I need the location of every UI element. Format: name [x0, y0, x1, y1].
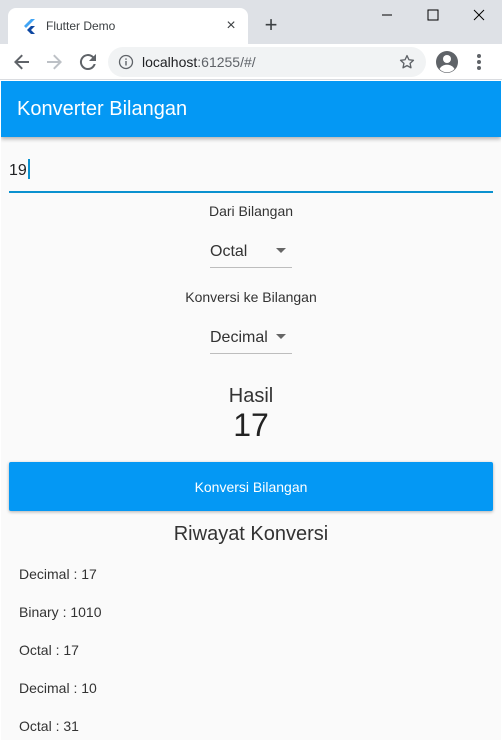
text-caret — [27, 159, 30, 179]
maximize-icon[interactable] — [410, 0, 456, 30]
address-bar[interactable]: localhost:61255/#/ — [108, 47, 426, 77]
result-value: 17 — [233, 407, 269, 443]
app-bar: Konverter Bilangan — [1, 81, 501, 137]
browser-tab[interactable]: Flutter Demo × — [8, 8, 248, 44]
from-label: Dari Bilangan — [208, 203, 294, 219]
forward-arrow-icon[interactable] — [42, 50, 66, 74]
input-value-text: 19 — [9, 162, 27, 179]
url-host: localhost — [142, 54, 198, 70]
history-item: Octal : 17 — [19, 642, 79, 658]
to-label: Konversi ke Bilangan — [185, 289, 317, 305]
page-title: Konverter Bilangan — [17, 98, 188, 120]
star-icon[interactable] — [398, 53, 416, 71]
flutter-icon — [24, 19, 35, 34]
url-text: localhost:61255/#/ — [142, 54, 256, 70]
minimize-icon[interactable] — [364, 0, 410, 30]
to-dropdown-value: Decimal — [210, 329, 268, 346]
app-content: Konverter Bilangan 19 Dari Bilangan Octa… — [1, 81, 501, 740]
back-arrow-icon[interactable] — [10, 50, 34, 74]
convert-button-label: Konversi Bilangan — [194, 479, 308, 495]
convert-button[interactable]: Konversi Bilangan — [9, 462, 493, 511]
number-input-value: 19 — [9, 159, 30, 180]
profile-icon[interactable] — [435, 50, 459, 74]
menu-dots-icon[interactable] — [470, 50, 488, 74]
window-close-icon[interactable] — [456, 0, 502, 30]
history-item: Decimal : 17 — [19, 566, 97, 582]
tab-title: Flutter Demo — [46, 19, 116, 33]
result-label: Hasil — [228, 385, 274, 407]
history-item: Binary : 1010 — [19, 604, 102, 620]
browser-toolbar: localhost:61255/#/ — [0, 44, 502, 80]
to-dropdown[interactable]: Decimal — [210, 324, 292, 354]
info-icon[interactable] — [118, 54, 134, 70]
dropdown-arrow-icon — [276, 248, 286, 253]
url-path: :61255/#/ — [197, 54, 256, 70]
history-list: Decimal : 17 Binary : 1010 Octal : 17 De… — [19, 566, 489, 740]
history-item: Octal : 31 — [19, 718, 79, 734]
history-item: Decimal : 10 — [19, 680, 97, 696]
plus-icon[interactable]: + — [260, 14, 282, 36]
close-icon[interactable]: × — [222, 17, 240, 35]
from-dropdown-value: Octal — [210, 243, 248, 260]
from-dropdown[interactable]: Octal — [210, 238, 292, 268]
dropdown-arrow-icon — [276, 334, 286, 339]
number-input[interactable]: 19 — [9, 151, 493, 193]
reload-icon[interactable] — [76, 50, 100, 74]
history-title: Riwayat Konversi — [173, 523, 329, 545]
browser-tab-strip: Flutter Demo × + — [0, 0, 502, 44]
